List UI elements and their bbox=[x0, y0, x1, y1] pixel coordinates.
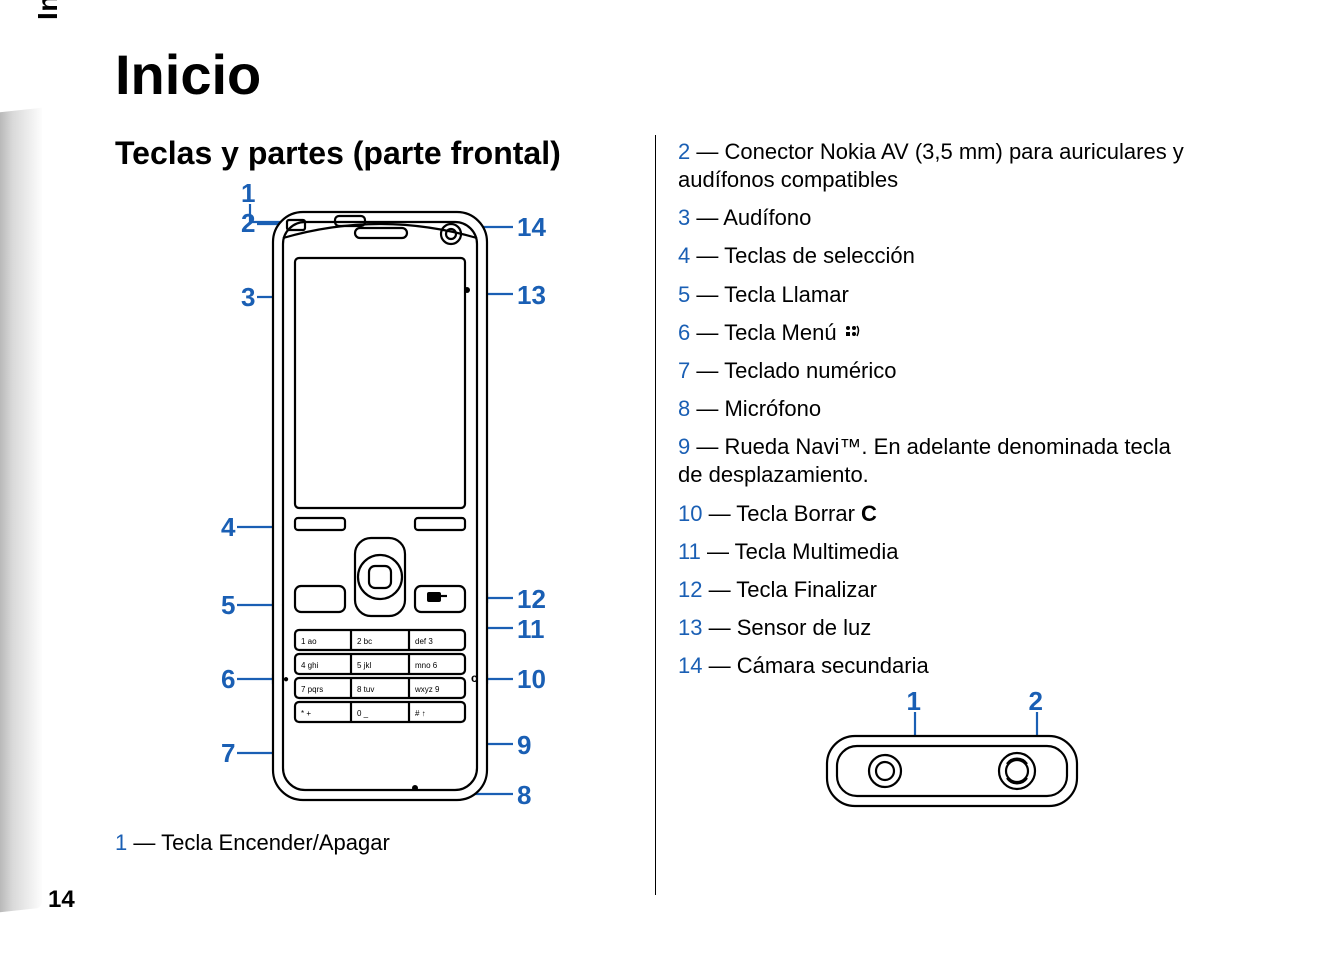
page-title: Inicio bbox=[115, 42, 1295, 107]
legend-item-11: 11 — Tecla Multimedia bbox=[678, 538, 1195, 566]
callout-3: 3 bbox=[241, 282, 255, 313]
legend-text: — Rueda Navi™. En adelante denominada te… bbox=[678, 434, 1171, 487]
top-callout-1: 1 bbox=[907, 686, 921, 717]
callout-12: 12 bbox=[517, 584, 546, 615]
legend-text: — Sensor de luz bbox=[702, 615, 871, 640]
svg-text:mno 6: mno 6 bbox=[415, 661, 438, 670]
top-view-diagram: 1 2 bbox=[767, 690, 1107, 830]
svg-text:1 ao: 1 ao bbox=[301, 637, 317, 646]
callout-7: 7 bbox=[221, 738, 235, 769]
legend-text: — Tecla Encender/Apagar bbox=[127, 830, 390, 855]
svg-text:# ↑: # ↑ bbox=[415, 709, 426, 718]
manual-page: Inicio 14 Inicio Teclas y partes (parte … bbox=[0, 0, 1322, 954]
legend-bold: C bbox=[861, 501, 877, 526]
legend-item-2: 2 — Conector Nokia AV (3,5 mm) para auri… bbox=[678, 138, 1195, 194]
callout-1: 1 bbox=[241, 178, 255, 209]
side-stripe-decor bbox=[0, 108, 42, 912]
two-columns: Teclas y partes (parte frontal) 1 2 3 4 … bbox=[115, 135, 1295, 895]
front-phone-diagram: 1 2 3 4 5 6 7 8 9 10 11 12 13 14 bbox=[155, 182, 595, 822]
legend-text: — Teclas de selección bbox=[690, 243, 915, 268]
legend-num: 14 bbox=[678, 653, 702, 678]
legend-item-9: 9 — Rueda Navi™. En adelante denominada … bbox=[678, 433, 1195, 489]
legend-item-10: 10 — Tecla Borrar C bbox=[678, 500, 1195, 528]
legend-num: 8 bbox=[678, 396, 690, 421]
svg-text:0 _: 0 _ bbox=[357, 709, 369, 718]
legend-item-8: 8 — Micrófono bbox=[678, 395, 1195, 423]
legend-item-6: 6 — Tecla Menú bbox=[678, 319, 1195, 347]
legend-num: 13 bbox=[678, 615, 702, 640]
legend-text: — Conector Nokia AV (3,5 mm) para auricu… bbox=[678, 139, 1184, 192]
legend-text: — Teclado numérico bbox=[690, 358, 896, 383]
legend-num: 6 bbox=[678, 320, 690, 345]
legend-item-13: 13 — Sensor de luz bbox=[678, 614, 1195, 642]
callout-2: 2 bbox=[241, 208, 255, 239]
svg-text:4 ghi: 4 ghi bbox=[301, 661, 319, 670]
callout-9: 9 bbox=[517, 730, 531, 761]
svg-text:def 3: def 3 bbox=[415, 637, 433, 646]
side-tab-label: Inicio bbox=[32, 0, 64, 20]
top-view-svg bbox=[767, 690, 1107, 830]
legend-item-14: 14 — Cámara secundaria bbox=[678, 652, 1195, 680]
callout-10: 10 bbox=[517, 664, 546, 695]
page-number: 14 bbox=[48, 886, 75, 914]
legend-item-1: 1 — Tecla Encender/Apagar bbox=[115, 830, 637, 856]
svg-text:●: ● bbox=[283, 674, 289, 685]
legend-text: — Micrófono bbox=[690, 396, 821, 421]
content-area: Inicio Teclas y partes (parte frontal) 1… bbox=[115, 42, 1295, 895]
legend-num: 11 bbox=[678, 539, 701, 564]
front-phone-svg: 1 ao 2 bc def 3 4 ghi 5 jkl mno 6 7 pqrs 8 tu… bbox=[155, 182, 595, 822]
callout-13: 13 bbox=[517, 280, 546, 311]
callout-8: 8 bbox=[517, 780, 531, 811]
callout-5: 5 bbox=[221, 590, 235, 621]
svg-text:5 jkl: 5 jkl bbox=[357, 661, 371, 670]
svg-text:2 bc: 2 bc bbox=[357, 637, 372, 646]
svg-text:7 pqrs: 7 pqrs bbox=[301, 685, 323, 694]
section-subtitle: Teclas y partes (parte frontal) bbox=[115, 135, 637, 172]
legend-item-4: 4 — Teclas de selección bbox=[678, 242, 1195, 270]
legend-num: 7 bbox=[678, 358, 690, 383]
svg-text:* +: * + bbox=[301, 709, 311, 718]
legend-item-12: 12 — Tecla Finalizar bbox=[678, 576, 1195, 604]
legend-text: — Cámara secundaria bbox=[702, 653, 928, 678]
legend-item-3: 3 — Audífono bbox=[678, 204, 1195, 232]
legend-num: 5 bbox=[678, 282, 690, 307]
left-column: Teclas y partes (parte frontal) 1 2 3 4 … bbox=[115, 135, 655, 895]
legend-num: 10 bbox=[678, 501, 702, 526]
callout-4: 4 bbox=[221, 512, 235, 543]
svg-text:c: c bbox=[471, 671, 478, 685]
legend-num: 2 bbox=[678, 139, 690, 164]
right-column: 2 — Conector Nokia AV (3,5 mm) para auri… bbox=[655, 135, 1195, 895]
callout-11: 11 bbox=[517, 614, 545, 645]
legend-num: 12 bbox=[678, 577, 702, 602]
legend-text: — Audífono bbox=[690, 205, 811, 230]
menu-key-icon bbox=[843, 322, 863, 342]
svg-text:8 tuv: 8 tuv bbox=[357, 685, 374, 694]
legend-num: 9 bbox=[678, 434, 690, 459]
callout-6: 6 bbox=[221, 664, 235, 695]
legend-text: — Tecla Multimedia bbox=[701, 539, 899, 564]
legend-text: — Tecla Finalizar bbox=[702, 577, 876, 602]
legend-item-5: 5 — Tecla Llamar bbox=[678, 281, 1195, 309]
legend-text: — Tecla Borrar bbox=[702, 501, 861, 526]
legend-text: — Tecla Menú bbox=[690, 320, 842, 345]
callout-14: 14 bbox=[517, 212, 546, 243]
legend-num: 3 bbox=[678, 205, 690, 230]
svg-text:wxyz 9: wxyz 9 bbox=[414, 685, 440, 694]
legend-num: 4 bbox=[678, 243, 690, 268]
legend-text: — Tecla Llamar bbox=[690, 282, 849, 307]
legend-item-7: 7 — Teclado numérico bbox=[678, 357, 1195, 385]
top-callout-2: 2 bbox=[1029, 686, 1043, 717]
legend-num: 1 bbox=[115, 830, 127, 855]
